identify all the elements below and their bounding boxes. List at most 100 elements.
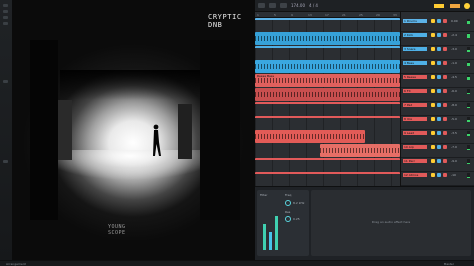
track-name[interactable]: 9 Lead	[403, 131, 427, 135]
arm-button[interactable]	[443, 61, 447, 65]
track-activator-button[interactable]	[431, 61, 435, 65]
track-name[interactable]: 3 Snare	[403, 47, 427, 51]
track-name[interactable]: 7 Pad	[403, 103, 427, 107]
track-volume[interactable]: -8.0	[451, 103, 457, 107]
arm-button[interactable]	[443, 117, 447, 121]
arm-button[interactable]	[443, 103, 447, 107]
audio-clip[interactable]	[255, 88, 400, 101]
solo-button[interactable]	[437, 117, 441, 121]
track-name[interactable]: 6 FX	[403, 89, 427, 93]
track-lane[interactable]	[255, 144, 400, 157]
arm-button[interactable]	[443, 75, 447, 79]
track-header[interactable]: 6 FX -6.0	[401, 88, 474, 102]
track-header[interactable]: 2 Kick -2.4	[401, 32, 474, 46]
track-volume[interactable]: -3.5	[451, 131, 457, 135]
metronome-indicator[interactable]	[450, 4, 460, 8]
arrangement-view[interactable]: Reese Bass	[255, 18, 400, 186]
track-volume[interactable]: -6.0	[451, 89, 457, 93]
fader-1[interactable]	[263, 224, 266, 250]
track-activator-button[interactable]	[431, 159, 435, 163]
audio-clip[interactable]	[255, 46, 400, 59]
track-activator-button[interactable]	[431, 117, 435, 121]
freq-knob[interactable]	[285, 200, 291, 206]
audio-clip[interactable]	[255, 130, 365, 143]
track-lane[interactable]	[255, 130, 400, 143]
track-lane[interactable]	[255, 88, 400, 101]
track-header[interactable]: 8 Vox -5.0	[401, 116, 474, 130]
track-lane[interactable]	[255, 32, 400, 45]
loop-indicator[interactable]	[434, 4, 444, 8]
arm-button[interactable]	[443, 145, 447, 149]
solo-button[interactable]	[437, 103, 441, 107]
track-header[interactable]: 7 Pad -8.0	[401, 102, 474, 116]
arm-button[interactable]	[443, 159, 447, 163]
audio-clip[interactable]	[255, 116, 400, 129]
audio-clip[interactable]	[255, 32, 400, 45]
track-volume[interactable]: -5.0	[451, 117, 457, 121]
track-volume[interactable]: -10	[451, 173, 456, 177]
solo-button[interactable]	[437, 33, 441, 37]
arm-button[interactable]	[443, 89, 447, 93]
arm-button[interactable]	[443, 47, 447, 51]
track-name[interactable]: 1 Drums	[403, 19, 427, 23]
track-volume[interactable]: -3.0	[451, 47, 457, 51]
arm-button[interactable]	[443, 19, 447, 23]
solo-button[interactable]	[437, 173, 441, 177]
track-activator-button[interactable]	[431, 89, 435, 93]
arm-button[interactable]	[443, 173, 447, 177]
track-activator-button[interactable]	[431, 131, 435, 135]
effect-drop-zone[interactable]: Drag an audio effect here	[311, 190, 471, 256]
arm-button[interactable]	[443, 131, 447, 135]
track-lane[interactable]	[255, 60, 400, 73]
track-header[interactable]: 5 Reese -4.5	[401, 74, 474, 88]
track-header[interactable]: 10 Arp -7.0	[401, 144, 474, 158]
time-signature[interactable]: 4 / 4	[309, 3, 318, 8]
track-lane[interactable]	[255, 172, 400, 185]
track-activator-button[interactable]	[431, 19, 435, 23]
tempo-display[interactable]: 174.00	[291, 3, 305, 8]
track-activator-button[interactable]	[431, 103, 435, 107]
res-knob[interactable]	[285, 216, 291, 222]
track-lane[interactable]	[255, 158, 400, 171]
solo-button[interactable]	[437, 89, 441, 93]
track-lane[interactable]	[255, 46, 400, 59]
track-name[interactable]: 12 Atmos	[403, 173, 427, 177]
track-name[interactable]: 4 Bass	[403, 61, 427, 65]
play-button[interactable]	[258, 3, 265, 8]
track-activator-button[interactable]	[431, 33, 435, 37]
track-activator-button[interactable]	[431, 75, 435, 79]
arm-button[interactable]	[443, 33, 447, 37]
solo-button[interactable]	[437, 47, 441, 51]
track-lane[interactable]	[255, 102, 400, 115]
record-button[interactable]	[280, 3, 287, 8]
fader-2[interactable]	[269, 232, 272, 250]
track-name[interactable]: 5 Reese	[403, 75, 427, 79]
track-header[interactable]: 9 Lead -3.5	[401, 130, 474, 144]
track-volume[interactable]: 0.00	[451, 19, 458, 23]
solo-button[interactable]	[437, 131, 441, 135]
track-volume[interactable]: -1.0	[451, 61, 457, 65]
track-name[interactable]: 2 Kick	[403, 33, 427, 37]
audio-clip[interactable]	[255, 158, 400, 171]
track-header[interactable]: 12 Atmos -10	[401, 172, 474, 186]
track-activator-button[interactable]	[431, 145, 435, 149]
solo-button[interactable]	[437, 75, 441, 79]
track-name[interactable]: 8 Vox	[403, 117, 427, 121]
solo-button[interactable]	[437, 19, 441, 23]
stop-button[interactable]	[269, 3, 276, 8]
track-volume[interactable]: -2.4	[451, 33, 457, 37]
track-volume[interactable]: -9.0	[451, 159, 457, 163]
track-name[interactable]: 10 Arp	[403, 145, 427, 149]
audio-clip[interactable]	[255, 102, 400, 115]
track-activator-button[interactable]	[431, 47, 435, 51]
track-activator-button[interactable]	[431, 173, 435, 177]
audio-clip[interactable]	[255, 172, 400, 185]
track-header[interactable]: 3 Snare -3.0	[401, 46, 474, 60]
audio-clip[interactable]: Reese Bass	[255, 74, 400, 87]
audio-clip[interactable]	[320, 144, 400, 157]
track-volume[interactable]: -7.0	[451, 145, 457, 149]
audio-clip[interactable]	[255, 60, 400, 73]
solo-button[interactable]	[437, 61, 441, 65]
track-header[interactable]: 4 Bass -1.0	[401, 60, 474, 74]
track-header[interactable]: 11 Perc -9.0	[401, 158, 474, 172]
